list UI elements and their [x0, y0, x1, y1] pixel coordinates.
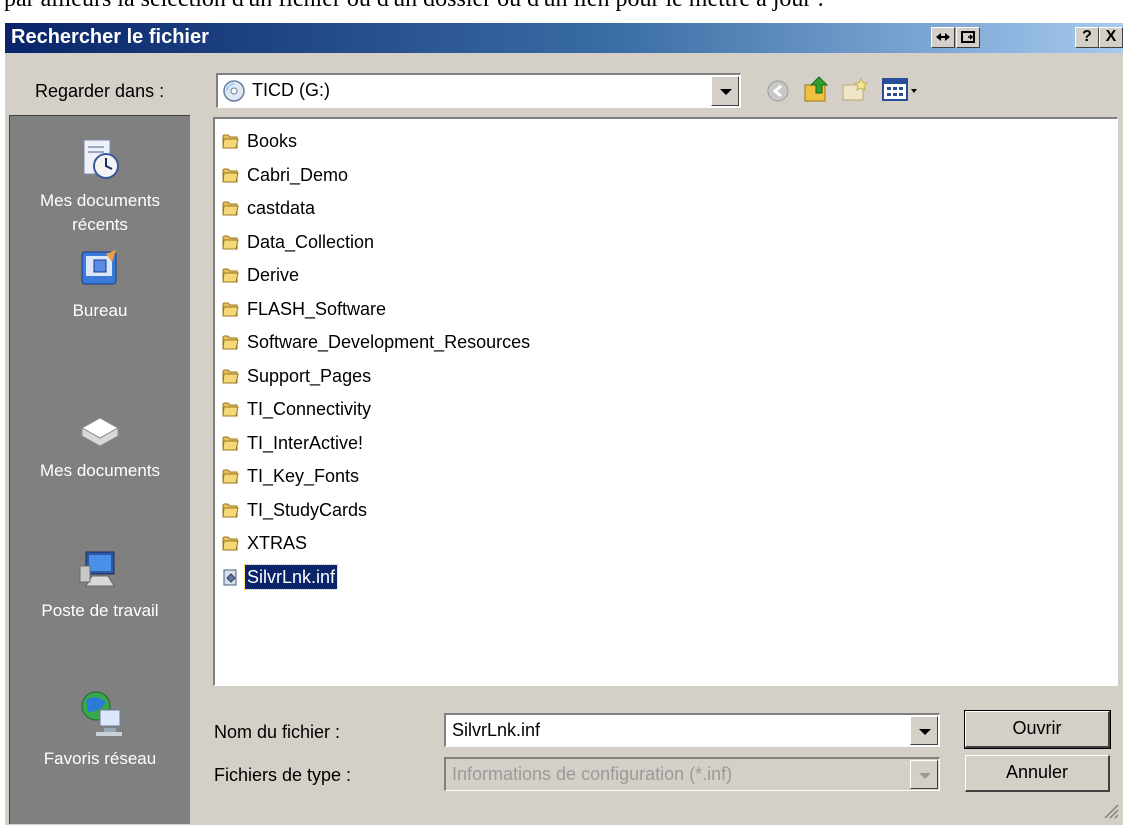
filename-label: Nom du fichier : [214, 722, 341, 742]
restore-icon[interactable] [956, 27, 980, 48]
desktop-icon [81, 250, 117, 285]
file-name: TI_Connectivity [247, 399, 372, 419]
file-name: Derive [247, 265, 300, 285]
filetype-select[interactable]: Informations de configuration (*.inf) [444, 757, 940, 791]
place-label: Poste de travail [41, 601, 159, 620]
folder-item[interactable]: Derive [221, 261, 301, 289]
up-folder-icon[interactable] [803, 75, 831, 110]
place-label: Mes documents [40, 191, 160, 210]
look-in-combo[interactable]: TICD (G:) [216, 73, 741, 108]
place-label: Bureau [72, 301, 128, 320]
folder-item[interactable]: TI_Connectivity [221, 395, 373, 423]
folder-icon [221, 165, 241, 185]
folder-icon [221, 533, 241, 553]
folder-icon [221, 232, 241, 252]
folder-item[interactable]: TI_StudyCards [221, 496, 369, 524]
folder-icon [221, 433, 241, 453]
my-computer-icon [79, 551, 115, 587]
inf-file-icon [221, 567, 241, 587]
look-in-dropdown-button[interactable] [711, 76, 739, 106]
folder-icon [221, 131, 241, 151]
folder-item[interactable]: Software_Development_Resources [221, 328, 532, 356]
folder-icon [221, 198, 241, 218]
place-my-computer[interactable]: Poste de travail [10, 546, 190, 623]
open-button[interactable]: Ouvrir [964, 710, 1111, 749]
folder-item[interactable]: FLASH_Software [221, 295, 388, 323]
folder-item[interactable]: TI_Key_Fonts [221, 462, 361, 490]
folder-icon [221, 500, 241, 520]
folder-item[interactable]: castdata [221, 194, 317, 222]
place-desktop[interactable]: Bureau [10, 246, 190, 323]
filename-dropdown-button[interactable] [910, 716, 938, 745]
cancel-button[interactable]: Annuler [965, 755, 1110, 792]
file-name: TI_StudyCards [247, 499, 368, 520]
resize-grip[interactable] [1101, 801, 1119, 824]
folder-icon [221, 299, 241, 319]
chevron-down-icon [919, 729, 931, 735]
file-item[interactable]: SilvrLnk.inf [221, 563, 339, 591]
help-button[interactable]: ? [1075, 27, 1099, 48]
folder-item[interactable]: Cabri_Demo [221, 161, 350, 189]
close-button[interactable]: X [1099, 27, 1123, 48]
file-name: Support_Pages [247, 365, 372, 386]
places-bar: Mes documents récents Bureau Mes documen… [9, 115, 190, 824]
filename-value: SilvrLnk.inf [452, 720, 541, 740]
folder-item[interactable]: Books [221, 127, 299, 155]
folder-icon [221, 265, 241, 285]
cd-drive-icon [222, 79, 246, 108]
file-name: Books [247, 131, 298, 151]
folder-item[interactable]: Data_Collection [221, 228, 376, 256]
look-in-value: TICD (G:) [252, 80, 330, 100]
my-documents-icon [80, 417, 120, 447]
place-my-documents[interactable]: Mes documents [10, 406, 190, 483]
place-network[interactable]: Favoris réseau [10, 686, 190, 771]
file-name: TI_InterActive! [247, 432, 364, 453]
move-icon[interactable] [931, 27, 955, 48]
view-menu-icon[interactable] [881, 76, 921, 109]
filetype-value: Informations de configuration (*.inf) [452, 764, 733, 784]
folder-icon [221, 466, 241, 486]
folder-item[interactable]: Support_Pages [221, 362, 373, 390]
filetype-label: Fichiers de type : [214, 765, 352, 785]
title-bar: Rechercher le fichier ? X [5, 23, 1123, 53]
folder-item[interactable]: TI_InterActive! [221, 429, 365, 457]
place-label: Favoris réseau [43, 749, 157, 768]
file-name: castdata [247, 198, 316, 218]
place-label: Mes documents [40, 461, 160, 480]
folder-icon [221, 399, 241, 419]
file-list[interactable]: Books Cabri_Demo castdata Data_Collection De… [213, 117, 1118, 686]
network-places-icon [81, 691, 122, 736]
file-name: Data_Collection [247, 231, 375, 252]
file-name: SilvrLnk.inf [243, 563, 339, 590]
file-name: TI_Key_Fonts [247, 466, 360, 486]
page-top-text-strip: par ailleurs la sélection d'un fichier o… [0, 0, 1123, 22]
file-name: Cabri_Demo [247, 164, 349, 185]
filetype-dropdown-button[interactable] [910, 760, 938, 789]
dialog-title: Rechercher le fichier [11, 26, 209, 48]
look-in-label: Regarder dans : [35, 81, 165, 101]
folder-item[interactable]: XTRAS [221, 529, 309, 557]
chevron-down-icon [919, 773, 931, 779]
back-icon[interactable] [765, 78, 791, 109]
folder-icon [221, 332, 241, 352]
chevron-down-icon [720, 89, 732, 95]
file-dialog: Rechercher le fichier ? X Regarder dans … [4, 22, 1123, 825]
place-recent-documents[interactable]: Mes documents récents [10, 136, 190, 237]
new-folder-icon[interactable] [841, 77, 869, 108]
recent-documents-icon [83, 139, 119, 179]
file-name: Software_Development_Resources [247, 332, 531, 352]
folder-icon [221, 366, 241, 386]
file-name: XTRAS [247, 533, 308, 553]
place-label-line2: récents [72, 215, 128, 234]
page-top-text: par ailleurs la sélection d'un fichier o… [4, 0, 824, 13]
file-name: FLASH_Software [247, 298, 387, 319]
filename-input[interactable]: SilvrLnk.inf [444, 713, 940, 747]
